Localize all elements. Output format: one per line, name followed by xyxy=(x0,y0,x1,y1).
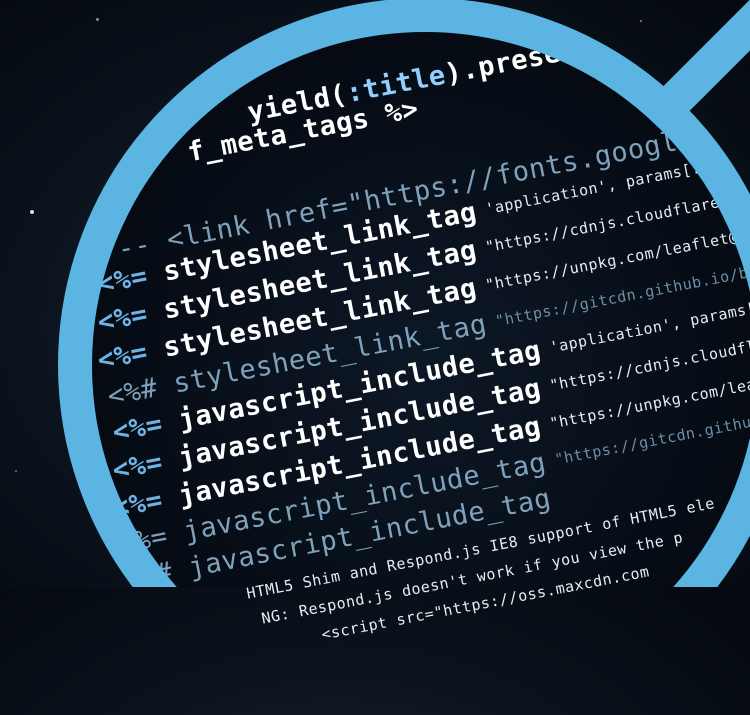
code-photo: yield(:title).presence || f_meta_tags %> -… xyxy=(0,0,750,644)
lens-ring xyxy=(58,0,750,587)
lens-ring-layer xyxy=(58,0,750,587)
